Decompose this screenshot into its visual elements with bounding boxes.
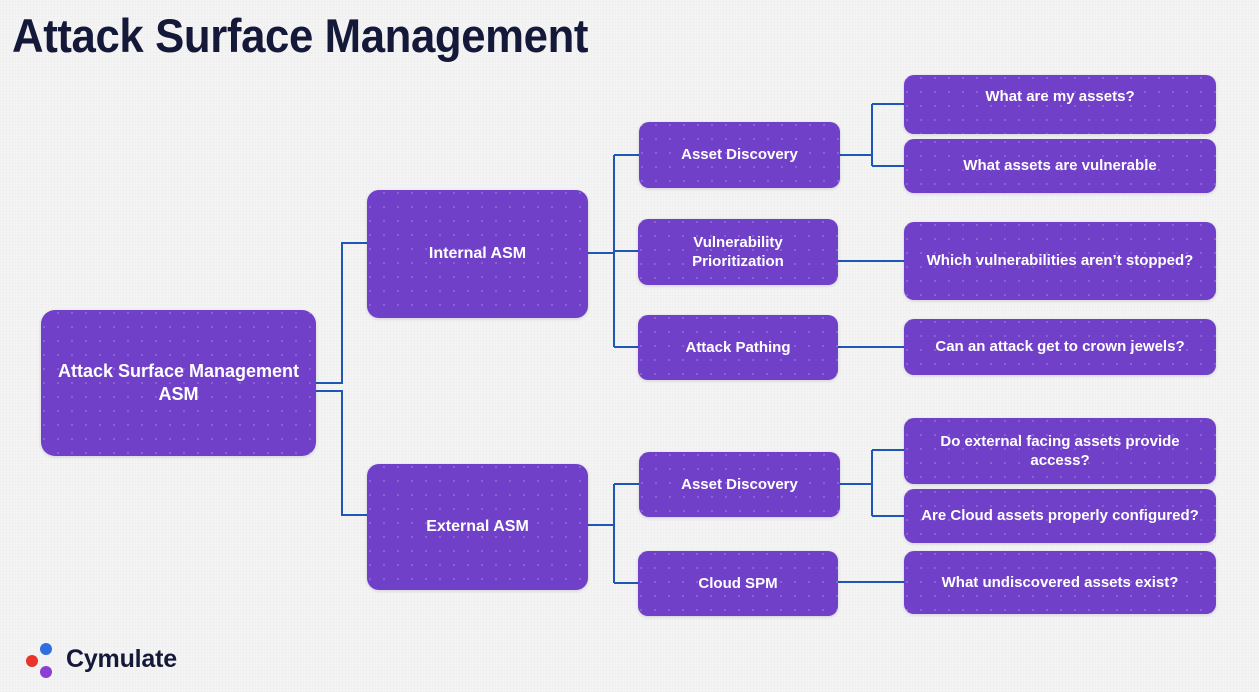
logo-dot-blue-icon [40, 643, 52, 655]
leaf-undiscovered-assets-exist[interactable]: What undiscovered assets exist? [904, 551, 1216, 614]
leaf-cloud-assets-properly-configured[interactable]: Are Cloud assets properly configured? [904, 489, 1216, 543]
node-root-attack-surface-management[interactable]: Attack Surface Management ASM [41, 310, 316, 456]
node-vulnerability-prioritization[interactable]: Vulnerability Prioritization [638, 219, 838, 285]
node-attack-pathing[interactable]: Attack Pathing [638, 315, 838, 380]
leaf-what-are-my-assets[interactable]: What are my assets? [904, 75, 1216, 134]
node-internal-asm[interactable]: Internal ASM [367, 190, 588, 318]
edge-root-to-external-asm [316, 390, 367, 516]
leaf-crown-jewels[interactable]: Can an attack get to crown jewels? [904, 319, 1216, 375]
leaf-which-vulnerabilities-arent-stopped[interactable]: Which vulnerabilities aren’t stopped? [904, 222, 1216, 300]
node-external-asm[interactable]: External ASM [367, 464, 588, 590]
leaf-what-assets-are-vulnerable[interactable]: What assets are vulnerable [904, 139, 1216, 193]
edge-root-to-internal-asm [316, 242, 367, 384]
cymulate-logo: Cymulate [24, 638, 224, 680]
node-external-asset-discovery[interactable]: Asset Discovery [639, 452, 840, 517]
node-internal-asset-discovery[interactable]: Asset Discovery [639, 122, 840, 188]
logo-dot-purple-icon [40, 666, 52, 678]
node-cloud-spm[interactable]: Cloud SPM [638, 551, 838, 616]
page-title: Attack Surface Management [12, 9, 589, 62]
logo-dot-red-icon [26, 655, 38, 667]
logo-dots [24, 640, 62, 678]
leaf-external-facing-assets-provide-access[interactable]: Do external facing assets provide access… [904, 418, 1216, 484]
logo-brand-text: Cymulate [66, 644, 177, 673]
